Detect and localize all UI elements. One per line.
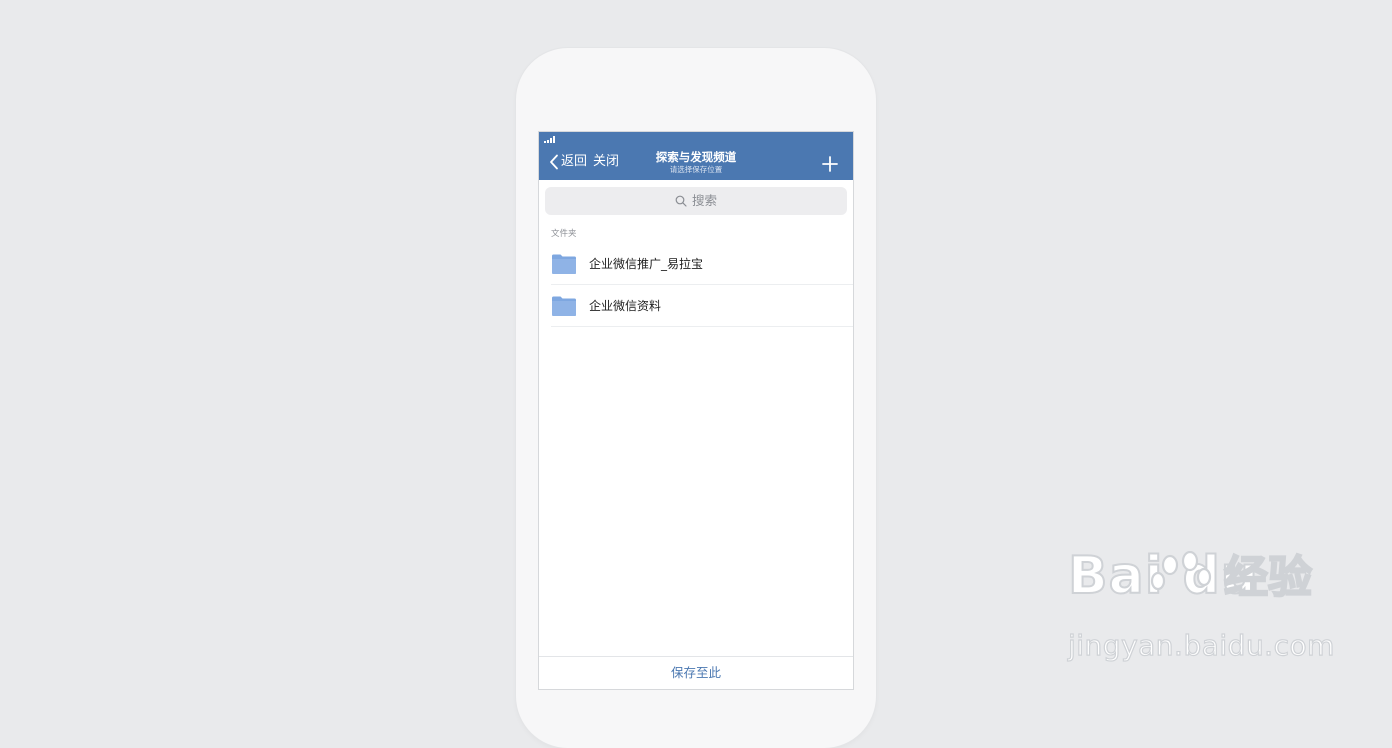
signal-icon — [544, 136, 555, 143]
folder-name: 企业微信推广_易拉宝 — [589, 256, 704, 271]
search-input[interactable]: 搜索 — [545, 187, 847, 215]
app-screen: 返回 关闭 探索与发现频道 请选择保存位置 搜索 文件夹 企业微信推广_易拉宝 — [538, 131, 854, 690]
add-button[interactable] — [820, 154, 840, 174]
watermark: Bai du 经验 jingyan.baidu.com — [1067, 545, 1335, 667]
chevron-left-icon — [550, 154, 558, 170]
folders-section-label: 文件夹 — [551, 229, 577, 239]
folder-name: 企业微信资料 — [589, 298, 662, 313]
search-icon — [675, 195, 687, 207]
folder-icon — [552, 296, 576, 316]
watermark-product: 经验 — [1223, 551, 1313, 604]
folder-item[interactable]: 企业微信资料 — [539, 285, 853, 326]
divider — [551, 326, 853, 327]
close-button[interactable]: 关闭 — [593, 154, 619, 170]
back-label: 返回 — [561, 154, 588, 169]
folder-icon — [552, 254, 576, 274]
watermark-url: jingyan.baidu.com — [1067, 628, 1335, 662]
save-here-button[interactable]: 保存至此 — [539, 657, 853, 689]
bottom-bar: 保存至此 — [539, 656, 853, 689]
plus-icon — [822, 156, 838, 172]
navigation-bar: 返回 关闭 探索与发现频道 请选择保存位置 — [539, 132, 853, 180]
back-button[interactable]: 返回 — [549, 154, 587, 170]
search-placeholder: 搜索 — [691, 193, 717, 208]
paw-icon — [1150, 551, 1212, 591]
folder-item[interactable]: 企业微信推广_易拉宝 — [539, 243, 853, 284]
